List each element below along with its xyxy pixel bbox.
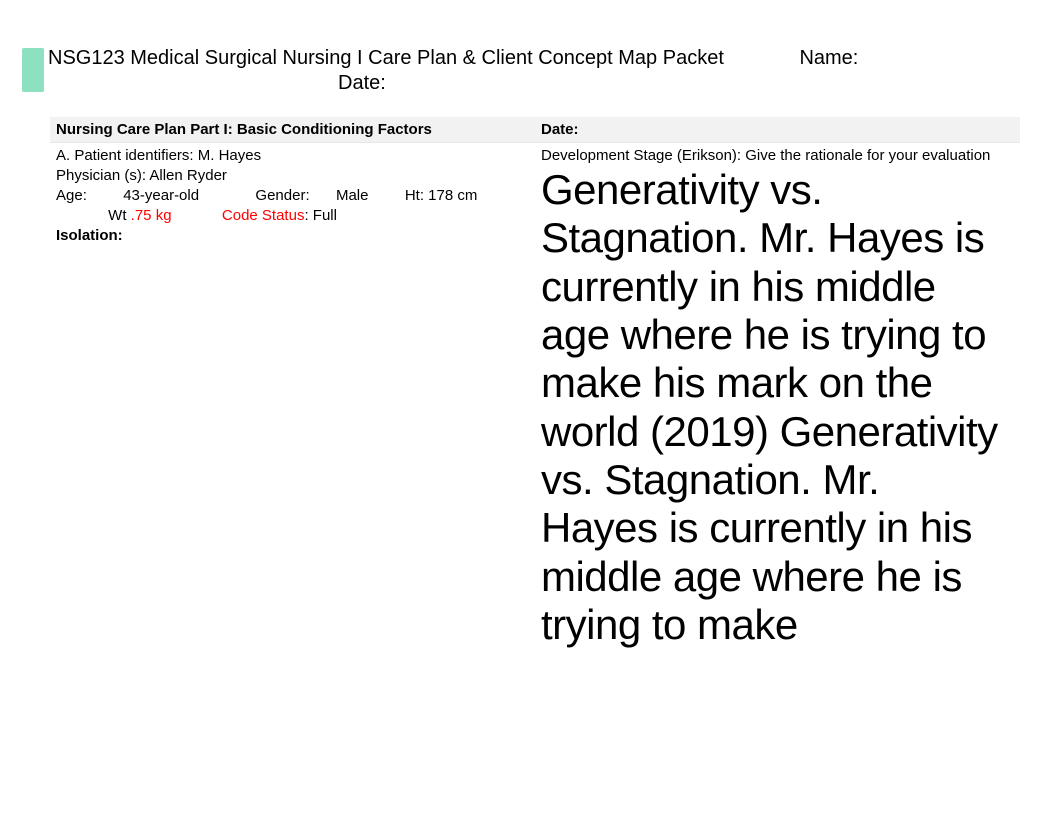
age-label: Age: xyxy=(56,187,87,204)
code-status-value: : Full xyxy=(304,207,337,224)
patient-id-value: M. Hayes xyxy=(198,147,261,164)
right-column-body: Development Stage (Erikson): Give the ra… xyxy=(535,143,1020,656)
dev-stage-label: Development Stage (Erikson): Give the ra… xyxy=(541,146,1014,165)
weight-value: .75 kg xyxy=(131,207,172,224)
age-value: 43-year-old xyxy=(123,187,199,204)
right-column-header: Date: xyxy=(535,117,1020,143)
weight-label: Wt xyxy=(108,207,126,224)
code-status-label: Code Status xyxy=(222,207,305,224)
name-field-label: Name: xyxy=(799,47,858,69)
dev-stage-body-text: Generativity vs. Stagnation. Mr. Hayes i… xyxy=(541,166,1014,649)
height-label: Ht: xyxy=(405,187,424,204)
date-field-label: Date: xyxy=(48,71,1028,96)
patient-id-label: A. Patient identifiers: xyxy=(56,147,194,164)
highlight-bar xyxy=(22,48,44,92)
gender-label: Gender: xyxy=(255,187,309,204)
physician-value: Allen Ryder xyxy=(149,167,227,184)
left-column-body: A. Patient identifiers: M. Hayes Physici… xyxy=(50,143,535,656)
gender-value: Male xyxy=(336,187,369,204)
isolation-label: Isolation: xyxy=(56,227,123,244)
care-plan-table: Nursing Care Plan Part I: Basic Conditio… xyxy=(50,117,1020,655)
page-cutoff-mask xyxy=(0,748,1062,822)
left-column-header: Nursing Care Plan Part I: Basic Conditio… xyxy=(50,117,535,143)
physician-label: Physician (s): xyxy=(56,167,146,184)
course-title: NSG123 Medical Surgical Nursing I Care P… xyxy=(48,47,724,69)
document-header: NSG123 Medical Surgical Nursing I Care P… xyxy=(48,46,1028,96)
height-value: 178 cm xyxy=(428,187,477,204)
